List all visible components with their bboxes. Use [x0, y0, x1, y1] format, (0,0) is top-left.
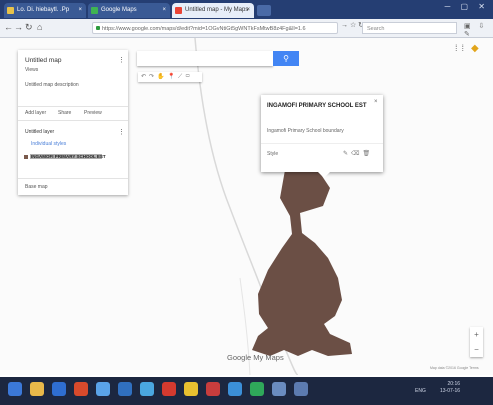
map-search-button[interactable]: ⚲ [273, 51, 299, 66]
app-icon[interactable] [118, 382, 132, 396]
clock-date: 13-07-16 [440, 388, 461, 394]
search-icon: ⚲ [283, 54, 289, 63]
divider [18, 178, 128, 179]
drawing-toolbar[interactable]: ↶↷✋📍⟋▭ [138, 72, 202, 82]
clock[interactable]: 20:16 13-07-16 [440, 381, 460, 395]
reload-icon[interactable]: ↻ [25, 22, 33, 33]
layer-style-link[interactable]: Individual styles [31, 141, 66, 147]
close-icon[interactable]: × [78, 3, 82, 18]
card-action-icons[interactable]: ✎⌫🗑 [343, 150, 373, 157]
google-drive-icon[interactable]: ◆ [471, 43, 479, 54]
tab-favicon-icon [7, 7, 14, 14]
go-icon[interactable]: → ☆ ↻ [341, 21, 364, 29]
clock-time: 20:16 [447, 381, 461, 387]
boundary-polygon[interactable] [252, 170, 352, 356]
word-icon[interactable] [52, 382, 66, 396]
map-views: Views [25, 67, 39, 73]
tab-label: Google Maps [101, 7, 137, 13]
tab-2[interactable]: Google Maps × [88, 3, 170, 18]
address-bar[interactable]: https://www.google.com/maps/d/edit?mid=1… [92, 22, 338, 34]
preview-button[interactable]: Preview [84, 110, 102, 116]
base-map-toggle[interactable]: Base map [25, 184, 48, 190]
close-icon[interactable]: × [162, 3, 166, 18]
feature-icon [24, 155, 28, 159]
browser-search-input[interactable]: Search [362, 22, 457, 34]
map-sidebar: Untitled map Views Untitled map descript… [18, 50, 128, 195]
feature-info-card: INGAMOFI PRIMARY SCHOOL EST × Ingamofi P… [261, 95, 383, 172]
maps-favicon-icon [91, 7, 98, 14]
start-icon[interactable] [8, 382, 22, 396]
style-link[interactable]: Style [267, 151, 278, 157]
card-title: INGAMOFI PRIMARY SCHOOL EST [267, 103, 367, 109]
new-tab-button[interactable] [257, 5, 271, 16]
home-icon[interactable]: ⌂ [37, 22, 42, 32]
app-icon[interactable] [206, 382, 220, 396]
google-my-maps-logo: Google My Maps [227, 353, 284, 362]
divider [18, 120, 128, 121]
tab-label: Untitled map - My Maps [185, 7, 249, 13]
toolbar-icons[interactable]: ▣ ⇩ ✎ [464, 22, 493, 38]
tab-1[interactable]: Lo. Di. hiebaytl. .Pp × [4, 3, 86, 18]
card-detail: Ingamofi Primary School boundary [267, 128, 344, 134]
map-title[interactable]: Untitled map [25, 57, 62, 64]
divider [18, 106, 128, 107]
more-options-icon[interactable]: ⋮ [118, 56, 125, 64]
feature-name[interactable]: INGAMOFI PRIMARY SCHOOL EST [31, 154, 106, 159]
map-attribution[interactable]: Map data ©2016 Google Terms [430, 366, 479, 370]
zoom-control[interactable]: + − [470, 327, 483, 357]
mymaps-favicon-icon [175, 7, 182, 14]
app-icon[interactable] [272, 382, 286, 396]
back-icon[interactable]: ← [4, 22, 13, 32]
close-icon[interactable]: × [246, 3, 250, 18]
app-icon[interactable] [250, 382, 264, 396]
app-icon[interactable] [228, 382, 242, 396]
window-controls[interactable]: ─ ▢ ✕ [445, 2, 489, 11]
apps-icon[interactable]: ⁞⁞ [455, 43, 468, 53]
tab-3-active[interactable]: Untitled map - My Maps × [172, 3, 254, 18]
layer-checkbox-label[interactable]: Untitled layer [25, 129, 54, 135]
app-icon[interactable] [74, 382, 88, 396]
app-icon[interactable] [140, 382, 154, 396]
add-layer-button[interactable]: Add layer [25, 110, 46, 116]
app-icon[interactable] [294, 382, 308, 396]
card-pointer [318, 172, 330, 178]
lock-icon [96, 26, 100, 30]
app-icon[interactable] [96, 382, 110, 396]
layer-options-icon[interactable]: ⋮ [118, 128, 125, 136]
app-icon[interactable] [162, 382, 176, 396]
tab-label: Lo. Di. hiebaytl. .Pp [17, 7, 70, 13]
map-search-input[interactable] [137, 51, 273, 66]
forward-icon[interactable]: → [14, 22, 23, 32]
map-description[interactable]: Untitled map description [25, 82, 79, 88]
close-icon[interactable]: × [374, 99, 378, 105]
chrome-icon[interactable] [184, 382, 198, 396]
share-button[interactable]: Share [58, 110, 71, 116]
divider [261, 143, 383, 144]
explorer-icon[interactable] [30, 382, 44, 396]
language-indicator[interactable]: ENG [415, 388, 426, 394]
